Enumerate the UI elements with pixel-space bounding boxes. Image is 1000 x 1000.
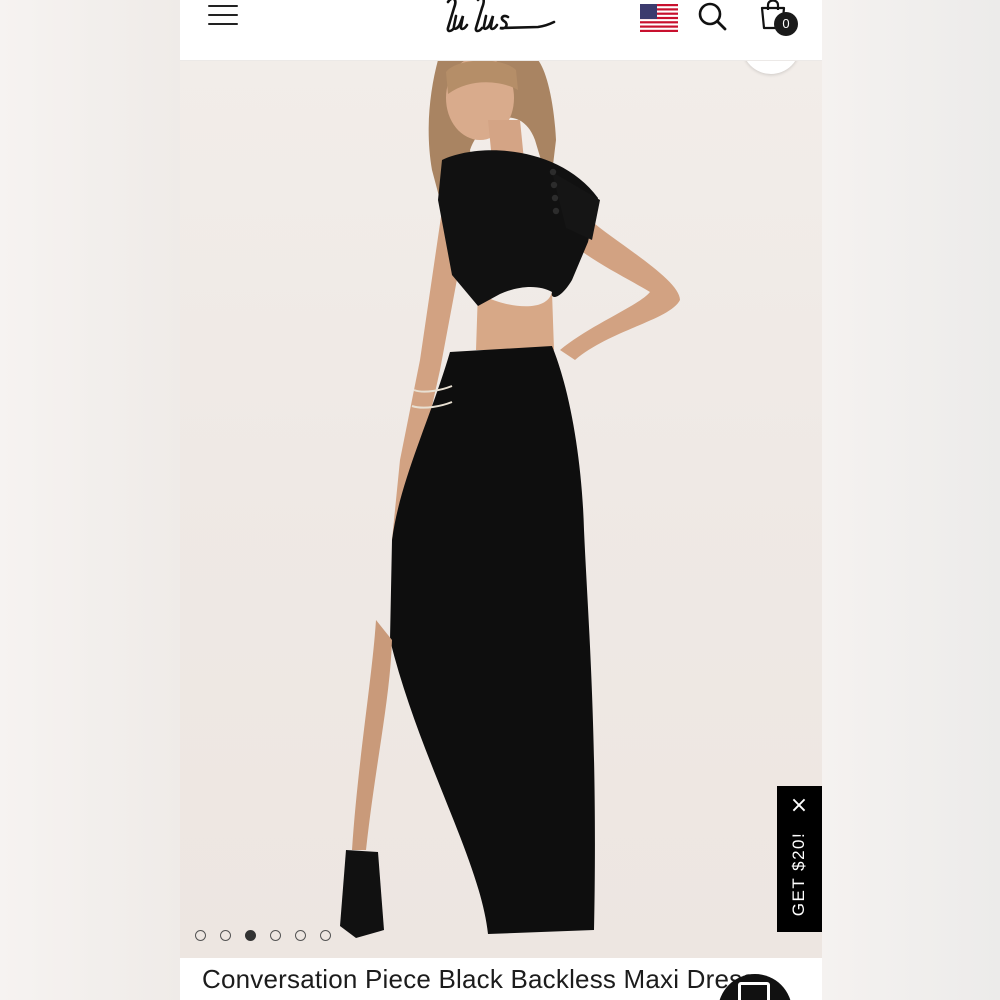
product-photo: [340, 60, 680, 938]
gallery-pagination-dots: [195, 930, 331, 944]
gallery-dot-active[interactable]: [245, 930, 256, 941]
us-flag-icon[interactable]: [640, 4, 678, 32]
close-icon[interactable]: ×: [789, 795, 809, 817]
mobile-viewport: 0 × GET $20! Conversation Piece Black Ba…: [180, 0, 822, 1000]
product-title: Conversation Piece Black Backless Maxi D…: [202, 964, 756, 994]
gallery-dot[interactable]: [295, 930, 306, 941]
product-image-gallery[interactable]: [180, 60, 822, 958]
promo-tab[interactable]: × GET $20!: [777, 786, 822, 932]
product-title-bar: Conversation Piece Black Backless Maxi D…: [180, 958, 822, 1000]
promo-label[interactable]: GET $20!: [789, 832, 809, 916]
gallery-dot[interactable]: [270, 930, 281, 941]
chat-bubble-icon: [738, 982, 770, 1000]
hamburger-menu-icon[interactable]: [208, 2, 240, 28]
gallery-dot[interactable]: [320, 930, 331, 941]
gallery-dot[interactable]: [195, 930, 206, 941]
logo-script: [446, 0, 556, 33]
cart-count-badge[interactable]: 0: [774, 12, 798, 36]
site-header: 0: [180, 0, 822, 61]
search-icon[interactable]: [696, 1, 730, 33]
gallery-dot[interactable]: [220, 930, 231, 941]
lulus-logo[interactable]: [442, 0, 560, 40]
